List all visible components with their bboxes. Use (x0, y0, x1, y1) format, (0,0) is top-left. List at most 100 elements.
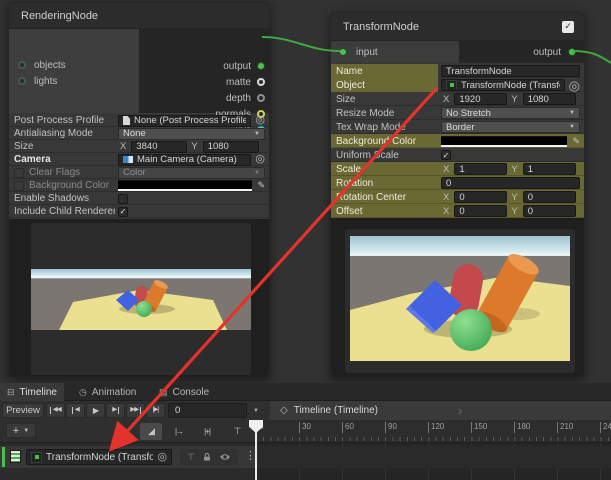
clear-flags-dropdown[interactable]: Color ▼ (118, 167, 265, 179)
rotation-field[interactable]: 0 (441, 177, 580, 189)
replace-mode-button[interactable]: |+| (196, 423, 218, 440)
ruler-tick-label: 180 (514, 422, 530, 433)
chevron-down-icon: ▼ (569, 110, 575, 116)
ruler-tick-label: 30 (299, 422, 311, 433)
ripple-mode-button[interactable]: |→ (168, 423, 190, 440)
background-color-swatch[interactable] (441, 136, 567, 147)
rendering-node-preview-zone (9, 219, 269, 378)
eyedropper-icon[interactable]: ✎ (572, 136, 580, 147)
profile-asset-icon (123, 116, 130, 125)
tab-timeline[interactable]: ⊟ Timeline (0, 383, 64, 401)
object-picker-icon[interactable]: ◎ (255, 154, 265, 165)
size-x-field[interactable]: 1920 (454, 93, 507, 105)
camera-object-field[interactable]: Main Camera (Camera) (118, 154, 251, 166)
offset-x-field[interactable]: 0 (454, 205, 507, 217)
port-depth[interactable]: depth (226, 92, 265, 104)
background-color-swatch[interactable] (118, 180, 252, 191)
node-graph-canvas[interactable]: RenderingNode objects lights output (0, 0, 611, 383)
port-label: objects (34, 60, 66, 71)
prop-label: Scale (331, 162, 438, 176)
object-field[interactable]: TransformNode (Transform Node (441, 79, 565, 91)
clear-flags-override-checkbox[interactable] (14, 168, 24, 178)
eyedropper-icon[interactable]: ✎ (257, 180, 265, 191)
scale-x-field[interactable]: 1 (454, 163, 507, 175)
port-output[interactable]: output (533, 46, 576, 58)
size-y-field[interactable]: 1080 (203, 141, 259, 153)
skip-to-end-button[interactable]: ▶▶ (126, 403, 145, 418)
port-matte[interactable]: matte (226, 76, 265, 88)
step-forward-button[interactable]: ▶ (106, 403, 125, 418)
ruler-tick-label: 210 (557, 422, 573, 433)
mix-mode-button[interactable]: ◢ (140, 423, 162, 440)
rotation-center-y-field[interactable]: 0 (523, 191, 576, 203)
offset-y-field[interactable]: 0 (523, 205, 576, 217)
rendering-node-ports: objects lights output matte depth (9, 29, 269, 113)
object-picker-icon[interactable]: ◎ (255, 115, 265, 126)
preview-toggle-button[interactable]: Preview (2, 403, 44, 418)
port-dot-output[interactable] (257, 62, 265, 70)
add-track-button[interactable]: + ▼ (6, 423, 36, 438)
tex-wrap-mode-dropdown[interactable]: Border ▼ (441, 121, 580, 133)
play-button[interactable]: ▶ (86, 403, 105, 418)
pin-icon[interactable]: ⊤ (187, 452, 195, 463)
resize-mode-dropdown[interactable]: No Stretch ▼ (441, 107, 580, 119)
eye-icon[interactable] (219, 453, 231, 461)
tab-label: Animation (92, 387, 136, 398)
prop-row-post-process-profile: Post Process Profile None (Post Process … (9, 114, 269, 127)
rendering-node[interactable]: RenderingNode objects lights output (8, 2, 270, 378)
dropdown-value: Color (123, 167, 146, 178)
transform-node-header[interactable]: TransformNode ✓ (331, 13, 584, 41)
port-dot-input[interactable] (339, 48, 347, 56)
lock-icon[interactable] (202, 452, 212, 462)
prop-row-background-color: Background Color ✎ (331, 134, 584, 148)
tab-animation[interactable]: ◷ Animation (72, 383, 148, 401)
port-dot-objects[interactable] (18, 61, 26, 69)
port-dot-lights[interactable] (18, 77, 26, 85)
port-lights[interactable]: lights (18, 75, 57, 87)
track-row-transform-node[interactable]: TransformNode (Transform ◎ ⊤ ⋮ (0, 446, 255, 468)
timeline-ruler[interactable]: 0 30 60 90 120 150 180 210 240 (255, 420, 611, 443)
antialiasing-mode-dropdown[interactable]: None ▼ (118, 128, 265, 140)
background-color-override-checkbox[interactable] (14, 181, 24, 191)
post-process-profile-object-field[interactable]: None (Post Process Profile) (118, 115, 251, 127)
breadcrumb-chevron-icon: › (458, 403, 462, 418)
prop-label: Clear Flags (29, 167, 80, 178)
size-y-field[interactable]: 1080 (523, 93, 576, 105)
port-output[interactable]: output (223, 60, 265, 72)
rotation-center-x-field[interactable]: 0 (454, 191, 507, 203)
port-objects[interactable]: objects (18, 59, 66, 71)
transform-node-ports: input output (331, 41, 584, 63)
object-picker-icon[interactable]: ◎ (569, 79, 580, 92)
port-dot-depth[interactable] (257, 94, 265, 102)
frame-units-dropdown[interactable]: ▼ (253, 408, 259, 414)
marker-pin-button[interactable]: ⊤ (226, 423, 248, 440)
rendering-node-header[interactable]: RenderingNode (9, 3, 269, 29)
timeline-breadcrumb[interactable]: ◇ Timeline (Timeline) › (270, 401, 611, 420)
step-back-button[interactable]: ◀ (66, 403, 85, 418)
chevron-down-icon: ▼ (23, 428, 29, 434)
skip-to-start-button[interactable]: ◀◀ (46, 403, 65, 418)
uniform-scale-checkbox[interactable]: ✓ (441, 150, 451, 160)
port-label: matte (226, 77, 251, 88)
port-label: lights (34, 76, 57, 87)
object-picker-icon[interactable]: ◎ (157, 452, 167, 463)
play-range-button[interactable]: [▶] (146, 403, 165, 418)
port-dot-matte[interactable] (257, 78, 265, 86)
track-object-field[interactable]: TransformNode (Transform ◎ (26, 449, 172, 465)
track-options-tray: ⊤ (180, 449, 238, 465)
frame-counter-input[interactable]: 0 (168, 403, 247, 418)
enable-shadows-checkbox[interactable] (118, 194, 128, 204)
prop-row-enable-shadows: Enable Shadows (9, 192, 269, 205)
transform-node[interactable]: TransformNode ✓ input output Name (330, 12, 585, 378)
timeline-lane[interactable] (255, 443, 611, 480)
prop-label: Rotation (331, 176, 438, 190)
scale-y-field[interactable]: 1 (523, 163, 576, 175)
tab-console[interactable]: ▤ Console (152, 383, 214, 401)
port-input[interactable]: input (339, 46, 378, 58)
node-enabled-checkbox[interactable]: ✓ (562, 21, 574, 33)
name-input[interactable]: TransformNode (441, 65, 580, 77)
size-x-field[interactable]: 3840 (131, 141, 187, 153)
x-axis-label: X (443, 206, 449, 217)
port-dot-output[interactable] (568, 48, 576, 56)
include-child-renderers-checkbox[interactable]: ✓ (118, 207, 128, 217)
